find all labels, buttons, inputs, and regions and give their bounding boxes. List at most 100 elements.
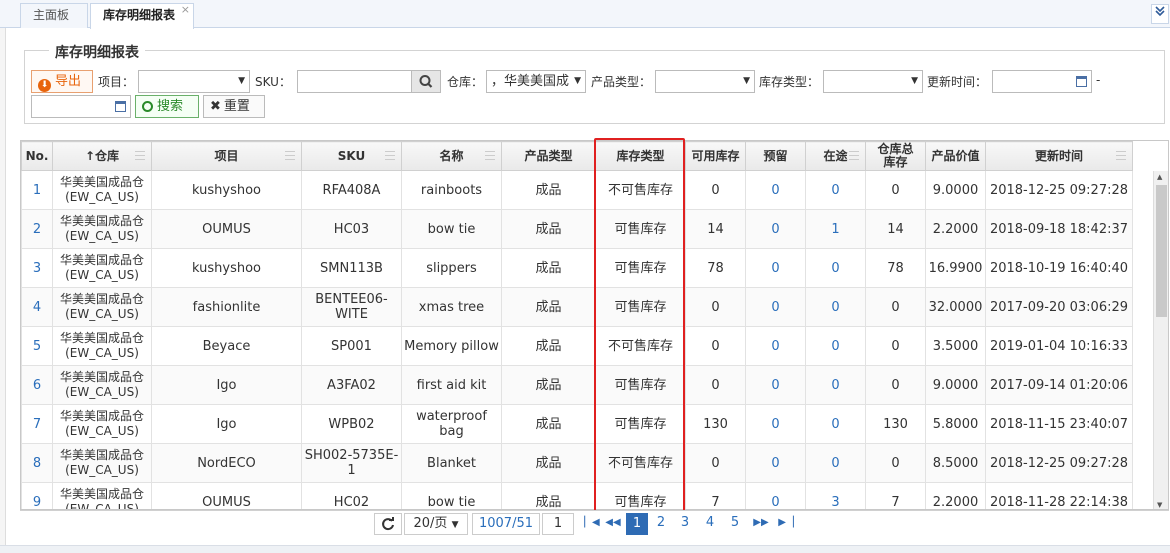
warehouse-label: 仓库： (447, 75, 484, 89)
page-2-button[interactable]: 2 (651, 513, 671, 535)
reserved-cell: 0 (745, 365, 806, 405)
calendar-icon[interactable] (115, 101, 126, 112)
prev-page-icon[interactable]: ◀◀ (604, 513, 622, 535)
sku-cell: WPB02 (301, 404, 402, 444)
table-row[interactable]: 7 华美美国成品仓(EW_CA_US) Igo WPB02 waterproof bag… (21, 404, 1133, 444)
column-menu-icon[interactable] (485, 151, 495, 160)
page-input[interactable]: 1 (542, 513, 574, 535)
total-cell: 0 (865, 287, 926, 327)
chevron-double-down-icon[interactable] (1151, 4, 1169, 24)
col-header-in-transit[interactable]: 在途 (805, 141, 866, 171)
project-cell: OUMUS (151, 209, 302, 249)
col-label: 在途 (823, 148, 848, 163)
project-cell: Igo (151, 365, 302, 405)
search-button[interactable]: 搜索 (135, 95, 199, 118)
page-size-select[interactable]: 20/页 ▼ (404, 513, 468, 535)
table-row[interactable]: 8 华美美国成品仓(EW_CA_US) NordECO SH002-5735E-1 Bl… (21, 443, 1133, 483)
scrollbar-thumb[interactable] (1156, 185, 1167, 317)
update-time-from[interactable] (992, 70, 1092, 93)
caret-down-icon: ▼ (911, 76, 918, 86)
table-row[interactable]: 5 华美美国成品仓(EW_CA_US) Beyace SP001 Memory pill… (21, 326, 1133, 366)
footer-bar (0, 545, 1170, 553)
col-header-value[interactable]: 产品价值 (925, 141, 986, 171)
project-select[interactable]: ▼ (138, 70, 250, 93)
col-header-sku[interactable]: SKU (301, 141, 402, 171)
value-cell: 9.0000 (925, 170, 986, 210)
updated-cell: 2018-11-15 23:40:07 (985, 404, 1133, 444)
col-label: 仓库总库存 (877, 142, 914, 169)
stock-type-cell: 不可售库存 (595, 170, 686, 210)
stock-type-select[interactable]: ▼ (823, 70, 923, 93)
col-header-name[interactable]: 名称 (401, 141, 502, 171)
col-header-product-type[interactable]: 产品类型 (501, 141, 596, 171)
col-header-reserved[interactable]: 预留 (745, 141, 806, 171)
value-cell: 2.2000 (925, 209, 986, 249)
total-cell: 0 (865, 443, 926, 483)
row-number: 3 (21, 248, 53, 288)
last-page-icon[interactable]: ▶▕ (778, 513, 794, 535)
table-row[interactable]: 4 华美美国成品仓(EW_CA_US) fashionlite BENTEE06-WI… (21, 287, 1133, 327)
table-row[interactable]: 3 华美美国成品仓(EW_CA_US) kushyshoo SMN113B slippe… (21, 248, 1133, 288)
tab-dashboard[interactable]: 主面板 (20, 3, 88, 28)
reset-button[interactable]: ✖ 重置 (203, 95, 265, 118)
close-icon[interactable]: × (181, 0, 190, 21)
sku-label: SKU： (255, 75, 291, 89)
column-menu-icon[interactable] (285, 151, 295, 160)
first-page-icon[interactable]: ▏◀ (584, 513, 600, 535)
value-cell: 5.8000 (925, 404, 986, 444)
sku-input[interactable] (297, 70, 413, 93)
sku-cell: HC03 (301, 209, 402, 249)
table-row[interactable]: 6 华美美国成品仓(EW_CA_US) Igo A3FA02 first aid kit… (21, 365, 1133, 405)
tab-inventory-report[interactable]: 库存明细报表 × (90, 3, 194, 29)
export-label: 导出 (55, 74, 82, 89)
col-label: 产品价值 (931, 148, 980, 163)
in-transit-cell: 0 (805, 248, 866, 288)
warehouse-cell: 华美美国成品仓(EW_CA_US) (52, 170, 152, 210)
table-row[interactable]: 2 华美美国成品仓(EW_CA_US) OUMUS HC03 bow tie 成品 可售库存… (21, 209, 1133, 249)
available-cell: 14 (685, 209, 746, 249)
next-page-icon[interactable]: ▶▶ (752, 513, 770, 535)
export-button[interactable]: ⬇ 导出 (31, 70, 93, 93)
available-cell: 0 (685, 443, 746, 483)
name-cell: bow tie (401, 209, 502, 249)
calendar-icon[interactable] (1076, 76, 1087, 87)
page-4-button[interactable]: 4 (700, 513, 720, 535)
search-icon[interactable] (411, 70, 441, 93)
col-header-warehouse[interactable]: ↑仓库 (52, 141, 152, 171)
col-header-total[interactable]: 仓库总库存 (865, 141, 926, 171)
table-row[interactable]: 9 华美美国成品仓(EW_CA_US) OUMUS HC02 bow tie 成品 可售库存… (21, 482, 1133, 509)
refresh-icon[interactable] (374, 513, 402, 535)
col-header-updated[interactable]: 更新时间 (985, 141, 1133, 171)
warehouse-cell: 华美美国成品仓(EW_CA_US) (52, 326, 152, 366)
col-label: 预留 (763, 148, 788, 163)
project-label: 项目： (98, 75, 135, 89)
column-menu-icon[interactable] (135, 151, 145, 160)
update-time-to[interactable] (31, 95, 131, 118)
product-type-select[interactable]: ▼ (655, 70, 755, 93)
column-menu-icon[interactable] (385, 151, 395, 160)
row-number: 2 (21, 209, 53, 249)
row-number: 8 (21, 443, 53, 483)
page-1-button[interactable]: 1 (626, 513, 648, 535)
table-row[interactable]: 1 华美美国成品仓(EW_CA_US) kushyshoo RFA408A rainbo… (21, 170, 1133, 210)
col-header-project[interactable]: 项目 (151, 141, 302, 171)
page-3-button[interactable]: 3 (675, 513, 695, 535)
page-5-button[interactable]: 5 (725, 513, 745, 535)
col-label: 项目 (214, 148, 239, 163)
vertical-scrollbar[interactable]: ▲ ▼ (1153, 171, 1168, 509)
available-cell: 78 (685, 248, 746, 288)
column-menu-icon[interactable] (849, 151, 859, 160)
project-cell: Igo (151, 404, 302, 444)
col-header-no[interactable]: No. (21, 141, 53, 171)
column-menu-icon[interactable] (1116, 151, 1126, 160)
product-type-cell: 成品 (501, 404, 596, 444)
scroll-up-icon[interactable]: ▲ (1157, 173, 1162, 181)
col-header-stock-type[interactable]: 库存类型 (595, 141, 686, 171)
scroll-down-icon[interactable]: ▼ (1157, 501, 1162, 509)
stock-type-cell: 可售库存 (595, 248, 686, 288)
warehouse-select[interactable]: ，华美美国成 ▼ (486, 70, 586, 93)
total-cell: 7 (865, 482, 926, 509)
col-header-available[interactable]: 可用库存 (685, 141, 746, 171)
updated-cell: 2018-12-25 09:27:28 (985, 443, 1133, 483)
update-time-label: 更新时间： (927, 75, 988, 89)
